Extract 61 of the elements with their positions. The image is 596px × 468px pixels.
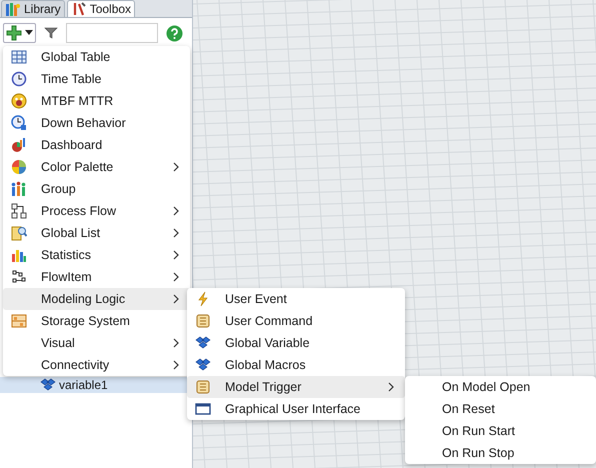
chevron-right-icon	[172, 338, 180, 348]
menu-item[interactable]: Dashboard	[3, 134, 190, 156]
palette-icon	[11, 159, 27, 175]
menu-item[interactable]: Global List	[3, 222, 190, 244]
books-icon	[5, 1, 21, 17]
menu-item[interactable]: Group	[3, 178, 190, 200]
menu-item[interactable]: Time Table	[3, 68, 190, 90]
tab[interactable]: Library	[1, 0, 65, 17]
tab[interactable]: Toolbox	[66, 0, 136, 17]
chevron-right-icon	[172, 206, 180, 216]
cubes-icon	[195, 335, 211, 351]
search-field[interactable]	[66, 23, 158, 43]
clock-icon	[11, 71, 27, 87]
cubes-icon	[40, 377, 56, 393]
menu-item[interactable]: Graphical User Interface	[187, 398, 405, 420]
menu-item[interactable]: Statistics	[3, 244, 190, 266]
menu-item[interactable]: User Event	[187, 288, 405, 310]
filter-icon[interactable]	[44, 26, 58, 40]
scroll-icon	[195, 313, 211, 329]
menu-item[interactable]: Model Trigger	[187, 376, 405, 398]
people-icon	[11, 181, 27, 197]
menu-item[interactable]: On Run Start	[405, 420, 596, 442]
menu-item[interactable]: Global Macros	[187, 354, 405, 376]
chevron-right-icon	[172, 250, 180, 260]
menu-item[interactable]: FlowItem	[3, 266, 190, 288]
menu-item[interactable]: On Model Open	[405, 376, 596, 398]
menu-item[interactable]: Modeling Logic	[3, 288, 190, 310]
bar-chart-icon	[11, 247, 27, 263]
menu-item[interactable]: Global Variable	[187, 332, 405, 354]
menu-item[interactable]: Connectivity	[3, 354, 190, 376]
chevron-right-icon	[172, 272, 180, 282]
list-search-icon	[11, 225, 27, 241]
menu-item[interactable]: Color Palette	[3, 156, 190, 178]
scroll-icon	[195, 379, 211, 395]
plus-icon	[6, 25, 22, 41]
menu-item[interactable]: Down Behavior	[3, 112, 190, 134]
menu-item[interactable]: User Command	[187, 310, 405, 332]
menu-item[interactable]: Process Flow	[3, 200, 190, 222]
help-icon[interactable]	[166, 24, 183, 42]
warning-icon	[11, 93, 27, 109]
table-icon	[11, 49, 27, 65]
chevron-right-icon	[172, 228, 180, 238]
caret-icon	[25, 30, 33, 36]
menu-item[interactable]: On Reset	[405, 398, 596, 420]
menu-item[interactable]: On Run Stop	[405, 442, 596, 464]
shelf-icon	[11, 313, 27, 329]
flow-icon	[11, 203, 27, 219]
window-icon	[195, 401, 211, 417]
menu-item[interactable]: Visual	[3, 332, 190, 354]
cubes-icon	[195, 357, 211, 373]
chevron-right-icon	[172, 360, 180, 370]
chevron-right-icon	[172, 162, 180, 172]
menu-item[interactable]: MTBF MTTR	[3, 90, 190, 112]
chart-icon	[11, 137, 27, 153]
boxes-icon	[11, 269, 27, 285]
clock-icon	[11, 115, 27, 131]
menu-item[interactable]: Storage System	[3, 310, 190, 332]
chevron-right-icon	[387, 382, 395, 392]
menu-item[interactable]: Global Table	[3, 46, 190, 68]
chevron-right-icon	[172, 294, 180, 304]
add-dropdown-button[interactable]	[3, 23, 36, 43]
